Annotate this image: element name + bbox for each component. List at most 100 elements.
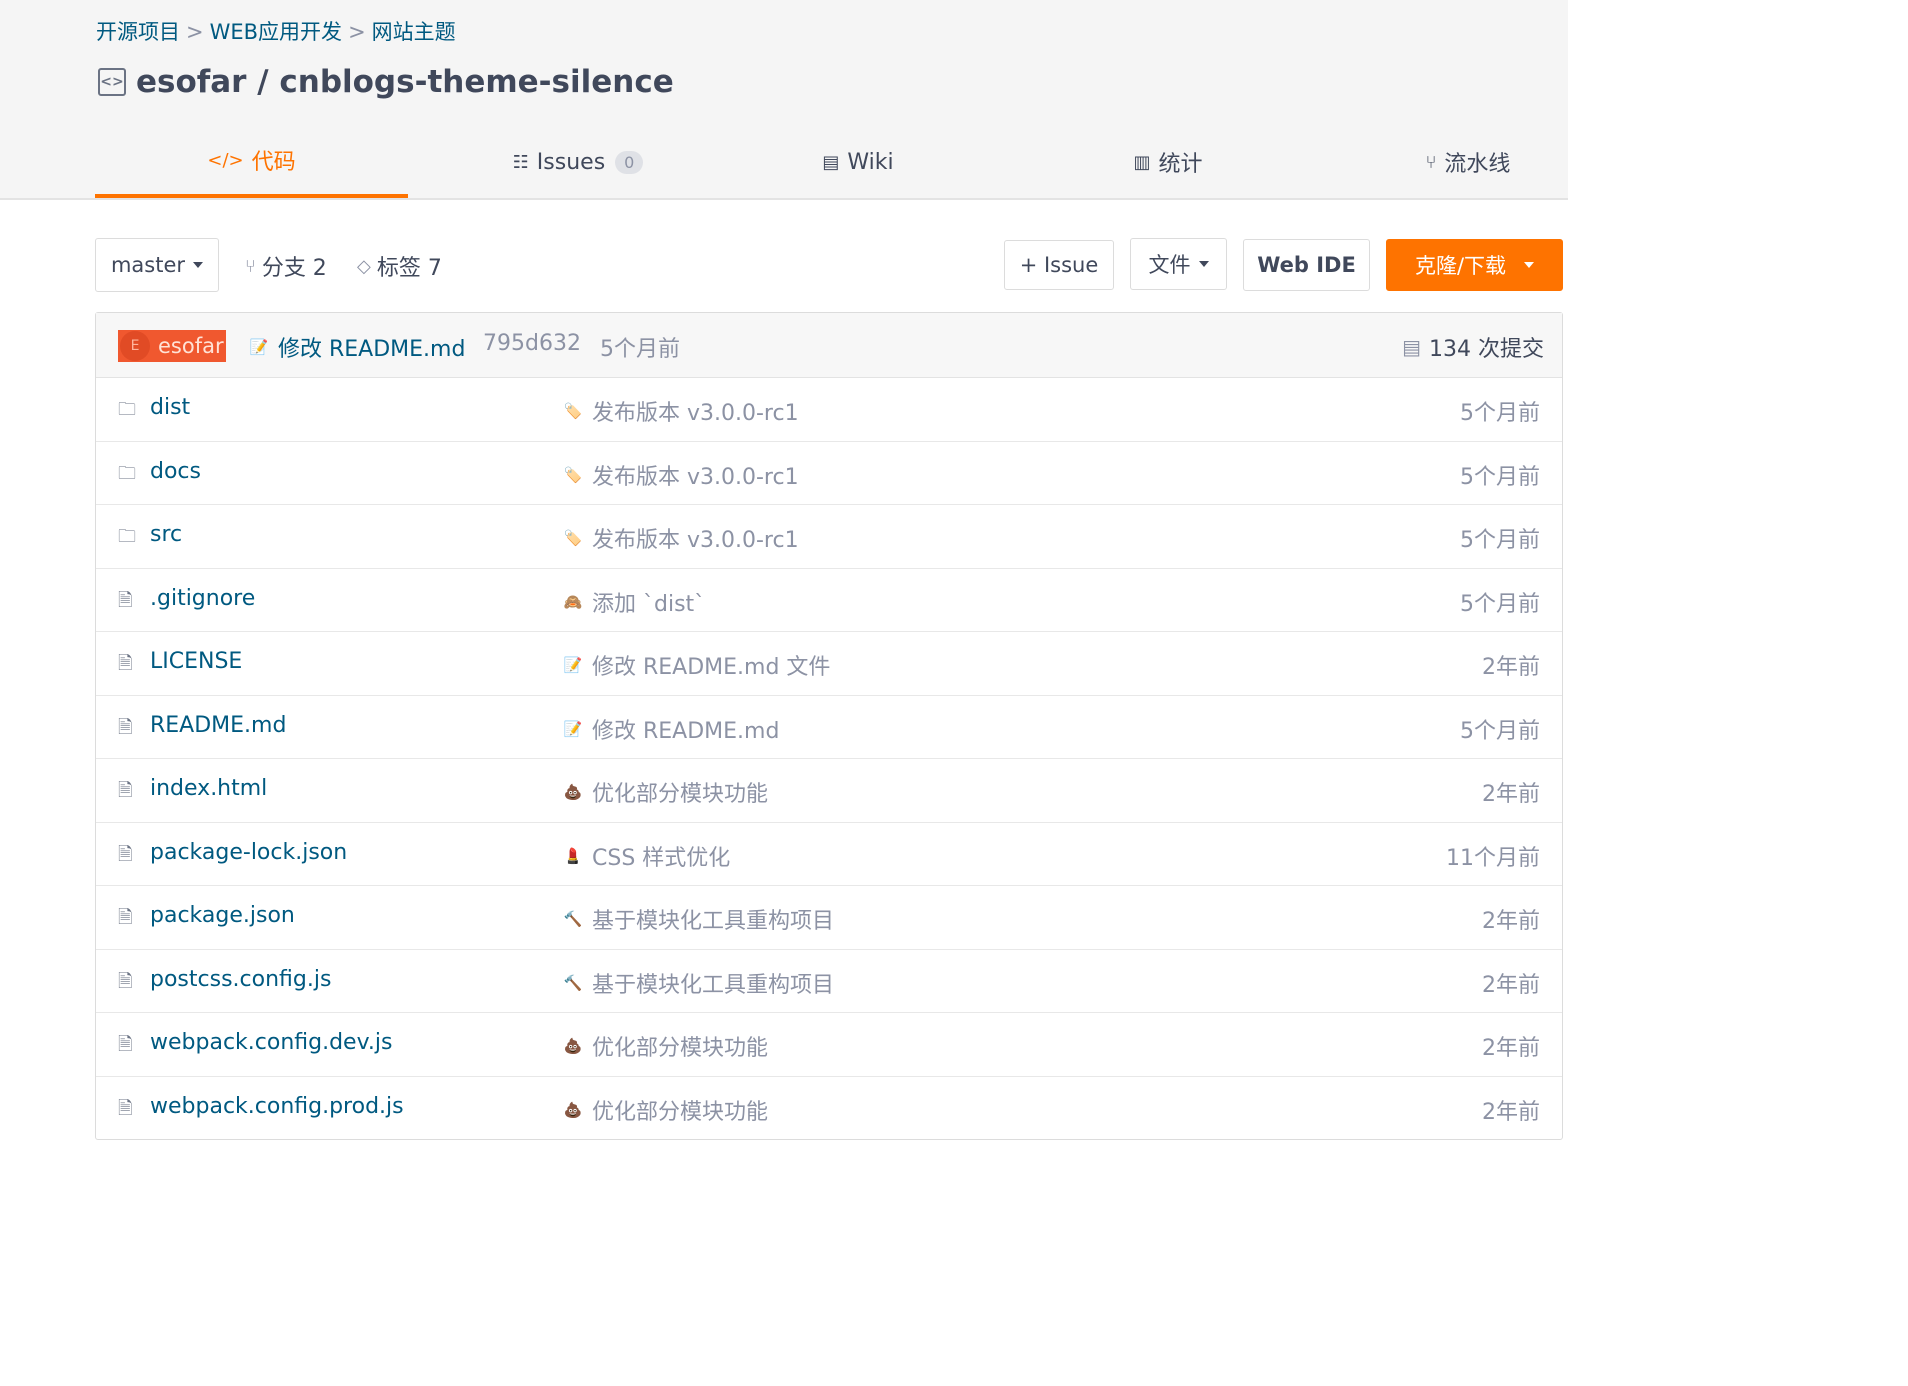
file-icon: 🗎 <box>118 1034 133 1055</box>
breadcrumb-item-site-theme[interactable]: 网站主题 <box>372 20 456 44</box>
branch-icon: ⑂ <box>245 255 256 277</box>
commit-message[interactable]: 📝 修改 README.md <box>248 331 466 363</box>
table-row: 🗎 package.json 🔨 基于模块化工具重构项目 2年前 <box>96 886 1562 950</box>
tab-pipeline-label: 流水线 <box>1444 152 1511 177</box>
branch-select-label: master <box>110 253 186 277</box>
tab-stats[interactable]: ▥ 统计 <box>968 130 1368 198</box>
file-commit-message[interactable]: 💄 CSS 样式优化 <box>562 840 731 872</box>
folder-icon: 🗀 <box>118 462 136 484</box>
commit-hash[interactable]: 795d632 <box>483 331 581 356</box>
file-name-link[interactable]: package-lock.json <box>150 840 347 865</box>
branches-link[interactable]: ⑂ 分支 2 <box>245 250 327 282</box>
file-commit-message-text: 添加 `dist` <box>592 591 706 617</box>
file-commit-message[interactable]: 📝 修改 README.md 文件 <box>562 649 831 681</box>
file-commit-time: 2年前 <box>1482 655 1540 680</box>
file-commit-message[interactable]: 🔨 基于模块化工具重构项目 <box>562 967 834 999</box>
file-commit-message[interactable]: 💩 优化部分模块功能 <box>562 776 768 808</box>
file-commit-time: 5个月前 <box>1460 464 1540 490</box>
file-name-link[interactable]: dist <box>150 395 190 420</box>
file-commit-message[interactable]: 🙈 添加 `dist` <box>562 586 706 618</box>
clone-download-button[interactable]: 克隆/下载 <box>1386 239 1563 291</box>
breadcrumb-item-open-source[interactable]: 开源项目 <box>96 20 180 44</box>
commit-emoji-icon: 🙈 <box>563 592 583 611</box>
clone-download-label: 克隆/下载 <box>1414 254 1507 278</box>
commit-author[interactable]: E esofar <box>118 330 226 362</box>
file-commit-time: 5个月前 <box>1460 591 1540 617</box>
file-icon: 🗎 <box>118 716 133 738</box>
code-icon: </> <box>207 149 244 171</box>
file-commit-message[interactable]: 🏷️ 发布版本 v3.0.0-rc1 <box>562 459 799 491</box>
breadcrumb: 开源项目 > WEB应用开发 > 网站主题 <box>96 16 456 46</box>
table-row: 🗎 postcss.config.js 🔨 基于模块化工具重构项目 2年前 <box>96 950 1562 1013</box>
table-row: 🗎 package-lock.json 💄 CSS 样式优化 11个月前 <box>96 823 1562 886</box>
file-name-link[interactable]: webpack.config.prod.js <box>150 1094 404 1119</box>
file-commit-message[interactable]: 📝 修改 README.md <box>562 713 780 745</box>
file-commit-time: 2年前 <box>1482 972 1540 998</box>
table-row: 🗎 index.html 💩 优化部分模块功能 2年前 <box>96 759 1562 823</box>
file-name-link[interactable]: index.html <box>150 776 267 801</box>
file-commit-time: 2年前 <box>1482 1099 1540 1125</box>
file-name-link[interactable]: README.md <box>150 713 286 738</box>
file-commit-message-text: 优化部分模块功能 <box>592 1099 769 1125</box>
chart-icon: ▥ <box>1133 151 1151 173</box>
file-commit-time: 5个月前 <box>1460 528 1540 553</box>
folder-icon: 🗀 <box>118 526 136 547</box>
file-name-link[interactable]: postcss.config.js <box>150 967 331 992</box>
tab-code[interactable]: </> 代码 <box>95 130 408 198</box>
table-row: 🗎 README.md 📝 修改 README.md 5个月前 <box>96 696 1562 759</box>
file-commit-message[interactable]: 🏷️ 发布版本 v3.0.0-rc1 <box>562 522 799 554</box>
file-icon: 🗎 <box>118 843 133 865</box>
file-icon: 🗎 <box>118 970 133 992</box>
table-row: 🗎 .gitignore 🙈 添加 `dist` 5个月前 <box>96 569 1562 632</box>
new-issue-button[interactable]: + Issue <box>1004 240 1114 290</box>
branch-select[interactable]: master <box>95 238 219 292</box>
file-commit-message-text: 发布版本 v3.0.0-rc1 <box>592 528 799 553</box>
file-commit-time: 5个月前 <box>1460 718 1540 744</box>
commit-emoji-icon: 💄 <box>563 846 583 865</box>
tag-icon: ◇ <box>357 255 371 277</box>
memo-icon: 📝 <box>249 338 269 356</box>
file-name-link[interactable]: LICENSE <box>150 649 242 674</box>
file-commit-message[interactable]: 🔨 基于模块化工具重构项目 <box>562 903 834 935</box>
web-ide-button[interactable]: Web IDE <box>1243 239 1370 291</box>
tab-pipeline[interactable]: ⑂ 流水线 <box>1368 130 1568 198</box>
file-name-link[interactable]: webpack.config.dev.js <box>150 1030 392 1055</box>
commits-icon: ▤ <box>1402 335 1421 359</box>
pipeline-icon: ⑂ <box>1425 151 1437 173</box>
tags-count: 标签 7 <box>376 256 442 281</box>
repo-header: 开源项目 > WEB应用开发 > 网站主题 <> esofar / cnblogs-th… <box>0 0 1568 200</box>
breadcrumb-separator: > <box>186 20 204 44</box>
tab-wiki[interactable]: ▤ Wiki <box>748 130 968 198</box>
tags-link[interactable]: ◇ 标签 7 <box>357 250 442 282</box>
commit-emoji-icon: 📝 <box>563 656 583 674</box>
file-commit-time: 5个月前 <box>1460 401 1540 426</box>
chevron-down-icon <box>1524 262 1535 268</box>
repo-name[interactable]: esofar / cnblogs-theme-silence <box>136 64 674 100</box>
file-name-link[interactable]: .gitignore <box>150 586 255 611</box>
breadcrumb-item-web-dev[interactable]: WEB应用开发 <box>210 20 342 44</box>
branches-count: 分支 2 <box>261 256 327 281</box>
last-commit-bar: E esofar 📝 修改 README.md 795d632 5个月前 ▤ 134… <box>96 313 1562 378</box>
file-menu-button[interactable]: 文件 <box>1130 238 1227 290</box>
commit-count-text: 134 次提交 <box>1429 337 1544 362</box>
file-commit-message[interactable]: 💩 优化部分模块功能 <box>562 1094 768 1126</box>
breadcrumb-separator: > <box>348 20 366 44</box>
file-commit-message[interactable]: 🏷️ 发布版本 v3.0.0-rc1 <box>562 395 799 427</box>
file-commit-message-text: 基于模块化工具重构项目 <box>592 909 835 934</box>
file-name-link[interactable]: src <box>150 522 182 547</box>
table-row: 🗎 LICENSE 📝 修改 README.md 文件 2年前 <box>96 632 1562 696</box>
file-commit-time: 2年前 <box>1482 909 1540 934</box>
repo-tabs: </> 代码 ☷ Issues 0 ▤ Wiki ▥ 统计 ⑂ 流水线 <box>95 130 1568 198</box>
tab-issues[interactable]: ☷ Issues 0 <box>408 130 748 198</box>
commit-emoji-icon: 💩 <box>563 1037 583 1055</box>
table-row: 🗎 webpack.config.prod.js 💩 优化部分模块功能 2年前 <box>96 1077 1562 1140</box>
file-name-link[interactable]: docs <box>150 459 201 484</box>
chevron-down-icon <box>193 262 204 268</box>
file-tree: E esofar 📝 修改 README.md 795d632 5个月前 ▤ 134… <box>95 312 1563 1140</box>
file-commit-message[interactable]: 💩 优化部分模块功能 <box>562 1030 768 1062</box>
file-name-link[interactable]: package.json <box>150 903 295 928</box>
issues-count-badge: 0 <box>615 150 644 174</box>
commit-count[interactable]: ▤ 134 次提交 <box>1402 331 1544 363</box>
file-commit-message-text: 发布版本 v3.0.0-rc1 <box>592 464 799 490</box>
file-commit-message-text: 优化部分模块功能 <box>592 1036 769 1061</box>
